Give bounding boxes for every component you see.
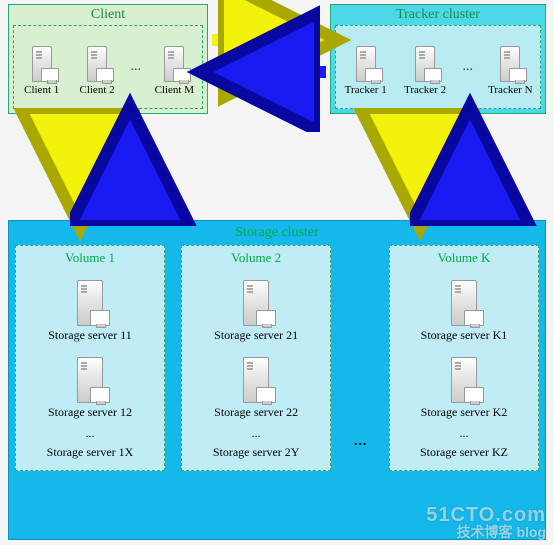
ellipsis: ... <box>394 424 534 443</box>
storage-node: Storage server K1 <box>394 270 534 343</box>
server-icon <box>68 347 112 403</box>
client-node-m: Client M <box>150 38 198 96</box>
tracker-node-1: Tracker 1 <box>342 38 390 96</box>
watermark-line1: 51CTO.com <box>426 505 546 525</box>
tracker-node-2: Tracker 2 <box>401 38 449 96</box>
storage-cluster: Storage cluster Volume 1 Storage server … <box>8 220 546 540</box>
watermark: 51CTO.com 技术博客 blog <box>426 505 546 539</box>
server-icon <box>349 38 383 82</box>
server-icon <box>234 347 278 403</box>
storage-label: Storage server 11 <box>48 328 132 343</box>
server-icon <box>80 38 114 82</box>
storage-label: Storage server 22 <box>214 405 298 420</box>
server-icon <box>442 270 486 326</box>
client-node-1: Client 1 <box>18 38 66 96</box>
client-cluster-title: Client <box>9 5 207 25</box>
server-icon <box>493 38 527 82</box>
server-icon <box>25 38 59 82</box>
tracker-label: Tracker 1 <box>345 84 387 96</box>
storage-node: Storage server 11 <box>20 270 160 343</box>
volume-2: Volume 2 Storage server 21 Storage serve… <box>181 245 331 471</box>
volume-1: Volume 1 Storage server 11 Storage serve… <box>15 245 165 471</box>
client-cluster: Client Client 1 Client 2 ... Client M <box>8 4 208 114</box>
server-icon <box>157 38 191 82</box>
ellipsis: ... <box>128 59 143 75</box>
client-label: Client M <box>155 84 194 96</box>
ellipsis: ... <box>20 424 160 443</box>
server-icon <box>408 38 442 82</box>
server-icon <box>442 347 486 403</box>
storage-label: Storage server K1 <box>421 328 508 343</box>
client-label: Client 1 <box>24 84 59 96</box>
storage-node: Storage server 12 <box>20 347 160 420</box>
ellipsis: ... <box>186 424 326 443</box>
storage-node: Storage server 22 <box>186 347 326 420</box>
tracker-cluster: Tracker cluster Tracker 1 Tracker 2 ... … <box>330 4 546 114</box>
storage-label: Storage server 12 <box>48 405 132 420</box>
volume-title: Volume K <box>394 250 534 266</box>
client-label: Client 2 <box>79 84 114 96</box>
storage-label-last: Storage server 2Y <box>186 443 326 462</box>
tracker-cluster-title: Tracker cluster <box>331 5 545 25</box>
client-inner: Client 1 Client 2 ... Client M <box>13 25 203 109</box>
tracker-node-n: Tracker N <box>486 38 534 96</box>
storage-label: Storage server 21 <box>214 328 298 343</box>
storage-label: Storage server K2 <box>421 405 508 420</box>
volume-title: Volume 2 <box>186 250 326 266</box>
tracker-label: Tracker N <box>488 84 533 96</box>
server-icon <box>68 270 112 326</box>
storage-node: Storage server 21 <box>186 270 326 343</box>
volume-k: Volume K Storage server K1 Storage serve… <box>389 245 539 471</box>
storage-label-last: Storage server KZ <box>394 443 534 462</box>
volume-title: Volume 1 <box>20 250 160 266</box>
tracker-label: Tracker 2 <box>404 84 446 96</box>
storage-body: Volume 1 Storage server 11 Storage serve… <box>15 245 539 533</box>
storage-cluster-title: Storage cluster <box>9 221 545 241</box>
tracker-inner: Tracker 1 Tracker 2 ... Tracker N <box>335 25 541 109</box>
storage-node: Storage server K2 <box>394 347 534 420</box>
watermark-line2: 技术博客 blog <box>426 525 546 539</box>
server-icon <box>234 270 278 326</box>
client-node-2: Client 2 <box>73 38 121 96</box>
storage-label-last: Storage server 1X <box>20 443 160 462</box>
volume-ellipsis: ... <box>347 429 373 450</box>
ellipsis: ... <box>460 59 475 75</box>
